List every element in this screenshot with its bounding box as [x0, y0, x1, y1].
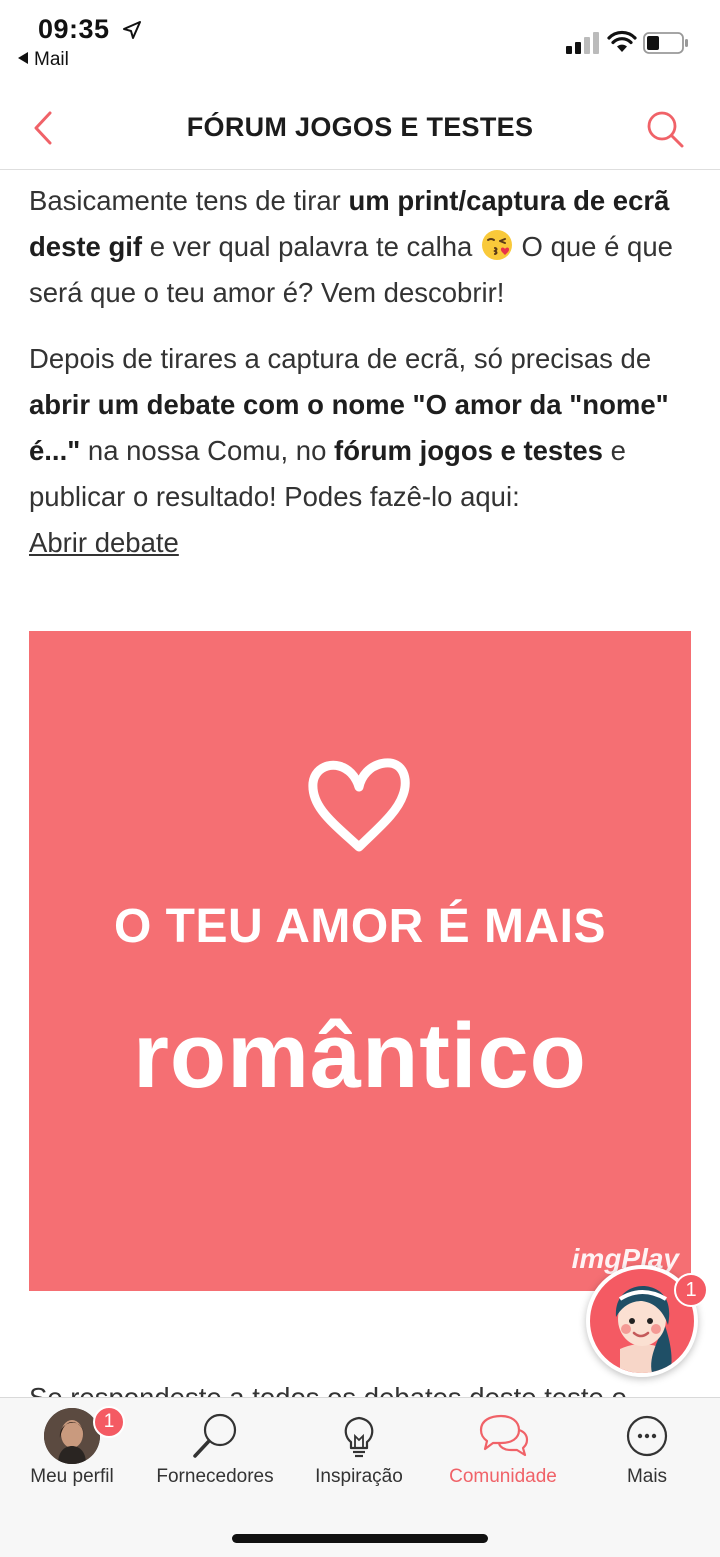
tab-mais[interactable]: Mais	[575, 1398, 719, 1498]
face-blowing-kiss-emoji-icon	[481, 230, 512, 260]
bold-text-run: fórum jogos e testes	[334, 435, 603, 466]
text-run: na nossa Comu, no	[80, 435, 335, 466]
gif-result-word: romântico	[133, 1005, 587, 1107]
back-app-label: Mail	[34, 49, 69, 70]
magnifier-icon	[193, 1413, 237, 1458]
tab-label: Meu perfil	[30, 1466, 114, 1487]
lightbulb-icon	[344, 1416, 374, 1458]
chat-bubbles-icon	[479, 1414, 529, 1457]
tab-meu-perfil[interactable]: 1 Meu perfil	[0, 1398, 144, 1498]
tab-inspiracao[interactable]: Inspiração	[287, 1398, 431, 1498]
next-paragraph-clipped: Se respondeste a todos os debates deste …	[29, 1378, 695, 1398]
signal-icon	[566, 32, 602, 54]
search-icon[interactable]	[644, 108, 686, 150]
tab-label: Mais	[626, 1466, 668, 1487]
location-arrow-icon	[123, 21, 141, 39]
tab-label: Comunidade	[449, 1466, 557, 1487]
status-bar: 09:35 Mail	[0, 0, 720, 80]
profile-badge: 1	[93, 1406, 125, 1438]
profile-avatar	[44, 1408, 100, 1464]
quiz-gif-image: O TEU AMOR É MAIS romântico imgPlay	[29, 631, 691, 1291]
text-run: Se respondeste a todos os debates deste …	[29, 1382, 627, 1398]
page-title: FÓRUM JOGOS E TESTES	[186, 112, 534, 142]
tab-bar: 1 Meu perfil Fornecedores Inspiração Com…	[0, 1397, 720, 1557]
tab-fornecedores[interactable]: Fornecedores	[143, 1398, 287, 1498]
notification-badge: 1	[674, 1273, 708, 1307]
back-to-app-button[interactable]: Mail	[18, 49, 69, 71]
more-dots-icon	[626, 1415, 668, 1457]
paragraph-instructions: Basicamente tens de tirar um print/captu…	[29, 178, 695, 316]
text-run: Basicamente tens de tirar	[29, 185, 349, 216]
wifi-icon	[607, 30, 637, 52]
tab-label: Fornecedores	[156, 1466, 274, 1487]
nav-bar: FÓRUM JOGOS E TESTES	[0, 86, 720, 170]
status-time: 09:35	[38, 14, 110, 44]
back-triangle-icon	[18, 52, 28, 64]
article-content: Basicamente tens de tirar um print/captu…	[29, 178, 695, 586]
tab-comunidade[interactable]: Comunidade	[431, 1398, 575, 1498]
text-run: e ver qual palavra te calha	[142, 231, 480, 262]
home-indicator[interactable]	[232, 1534, 488, 1543]
tab-label: Inspiração	[315, 1466, 403, 1487]
text-run: Depois de tirares a captura de ecrã, só …	[29, 343, 652, 374]
heart-icon	[308, 758, 410, 852]
open-debate-link[interactable]: Abrir debate	[29, 527, 179, 558]
gif-headline: O TEU AMOR É MAIS	[113, 900, 607, 953]
paragraph-how-to: Depois de tirares a captura de ecrã, só …	[29, 336, 695, 566]
battery-icon	[643, 32, 688, 54]
